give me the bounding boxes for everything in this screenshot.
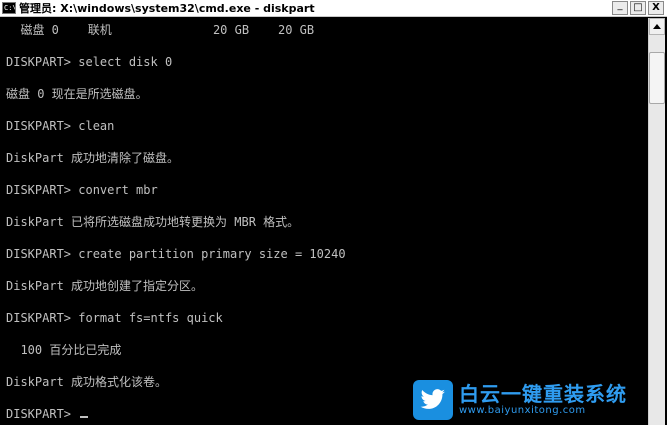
console-line: DISKPART> select disk 0 <box>6 55 173 69</box>
console-line: DiskPart 成功格式化该卷。 <box>6 375 168 389</box>
console-line: DISKPART> convert mbr <box>6 183 158 197</box>
console-line: DISKPART> <box>6 406 89 422</box>
console-line: 100 百分比已完成 <box>6 343 122 357</box>
console-line: DiskPart 已将所选磁盘成功地转更换为 MBR 格式。 <box>6 215 300 229</box>
watermark-title: 白云一键重装系统 <box>459 382 627 406</box>
console-line: DiskPart 成功地创建了指定分区。 <box>6 279 204 293</box>
restore-button[interactable]: □ <box>630 1 646 15</box>
scroll-up-button[interactable] <box>649 18 665 35</box>
watermark-url: www.baiyunxitong.com <box>459 405 586 416</box>
scroll-thumb[interactable] <box>649 52 665 104</box>
close-button[interactable]: X <box>648 1 664 15</box>
twitter-bird-icon <box>413 380 453 420</box>
console-line: DiskPart 成功地清除了磁盘。 <box>6 151 180 165</box>
title-bar[interactable]: C:\ 管理员: X:\windows\system32\cmd.exe - d… <box>0 0 667 17</box>
vertical-scrollbar[interactable] <box>648 18 665 425</box>
console-output[interactable]: 磁盘 0 联机 20 GB 20 GB DISKPART> select disk… <box>0 18 648 425</box>
restore-icon: □ <box>633 2 643 13</box>
close-icon: X <box>652 2 660 13</box>
cmd-window: C:\ 管理员: X:\windows\system32\cmd.exe - d… <box>0 0 667 425</box>
console-line: DISKPART> format fs=ntfs quick <box>6 311 223 325</box>
minimize-icon: _ <box>617 0 623 11</box>
cmd-app-icon[interactable]: C:\ <box>2 2 16 14</box>
arrow-up-icon <box>653 24 661 29</box>
console-line: DISKPART> clean <box>6 119 115 133</box>
watermark-text: 白云一键重装系统 www.baiyunxitong.com <box>459 383 627 417</box>
minimize-button[interactable]: _ <box>612 1 628 15</box>
console-line: 磁盘 0 现在是所选磁盘。 <box>6 87 148 101</box>
window-controls: _ □ X <box>612 1 664 15</box>
console-line: DISKPART> create partition primary size … <box>6 247 346 261</box>
window-title: 管理员: X:\windows\system32\cmd.exe - diskp… <box>19 2 315 15</box>
text-cursor <box>80 416 89 418</box>
console-line: 磁盘 0 联机 20 GB 20 GB <box>6 23 315 37</box>
watermark: 白云一键重装系统 www.baiyunxitong.com <box>413 378 653 422</box>
